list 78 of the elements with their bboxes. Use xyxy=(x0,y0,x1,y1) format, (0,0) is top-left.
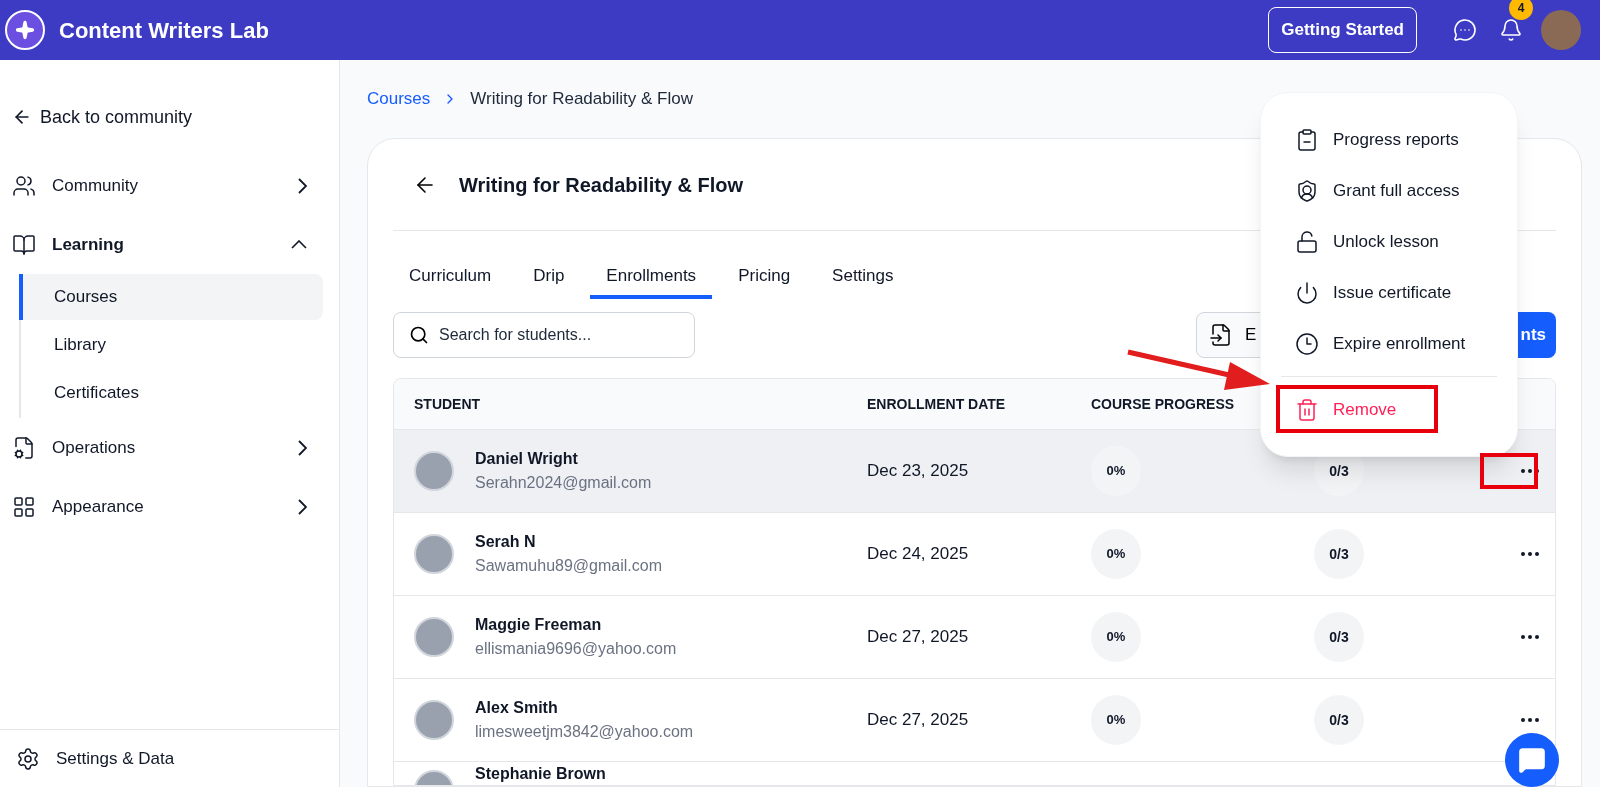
progress-badge: 0% xyxy=(1091,529,1141,579)
nav-item[interactable]: Appearance xyxy=(8,477,331,536)
chevron-right-icon xyxy=(298,439,307,456)
avatar xyxy=(414,700,454,740)
progress-badge: 0% xyxy=(1091,695,1141,745)
breadcrumb-current: Writing for Readability & Flow xyxy=(470,88,693,111)
menu-item[interactable]: Unlock lesson xyxy=(1281,216,1497,267)
progress-badge: 0% xyxy=(1091,612,1141,662)
progress-badge: 0% xyxy=(1091,446,1141,496)
nav-item[interactable]: Community xyxy=(8,156,331,215)
search-icon xyxy=(409,325,429,345)
breadcrumb-link[interactable]: Courses xyxy=(367,86,431,112)
back-to-community-link[interactable]: Back to community xyxy=(8,104,197,130)
more-icon xyxy=(1521,718,1539,722)
logo-icon xyxy=(5,10,45,50)
highlight-frame xyxy=(1480,453,1538,489)
getting-started-button[interactable]: Getting Started xyxy=(1268,7,1417,53)
enrollment-date: Dec 23, 2025 xyxy=(866,460,970,483)
file-import-icon xyxy=(1209,323,1233,347)
tab[interactable]: Enrollments xyxy=(590,257,713,299)
settings-and-data-link[interactable]: Settings & Data xyxy=(16,745,175,772)
enrollment-date: Dec 27, 2025 xyxy=(866,626,970,649)
settings-icon xyxy=(16,746,40,771)
menu-item[interactable]: Progress reports xyxy=(1281,114,1497,165)
table-row[interactable]: Daniel Wright Serahn2024@gmail.com Dec 23, 2025 0% 0/3 xyxy=(394,429,1555,512)
shield-user-icon xyxy=(1295,178,1319,203)
book-icon xyxy=(12,232,36,257)
notification-bell-icon[interactable] xyxy=(1499,18,1523,42)
course-title: Writing for Readability & Flow xyxy=(459,172,744,198)
nav-subitem[interactable]: Certificates xyxy=(19,370,323,416)
nav-item[interactable]: Operations xyxy=(8,418,331,477)
tab[interactable]: Settings xyxy=(816,257,910,299)
chat-bubble-icon xyxy=(1518,746,1546,774)
chevron-right-icon xyxy=(298,177,307,194)
notification-badge: 4 xyxy=(1509,0,1533,20)
chevron-up-icon xyxy=(291,240,307,249)
student-email: ellismania9696@yahoo.com xyxy=(475,639,677,659)
column-header: COURSE PROGRESS xyxy=(1090,394,1236,414)
people-icon xyxy=(12,173,36,198)
menu-item[interactable]: Grant full access xyxy=(1281,165,1497,216)
lessons-badge: 0/3 xyxy=(1314,612,1364,662)
student-email: Serahn2024@gmail.com xyxy=(475,473,652,493)
avatar xyxy=(414,451,454,491)
more-icon xyxy=(1521,469,1539,473)
power-icon xyxy=(1295,280,1319,305)
avatar xyxy=(414,617,454,657)
lessons-badge: 0/3 xyxy=(1314,695,1364,745)
tab[interactable]: Curriculum xyxy=(393,257,508,299)
clipboard-icon xyxy=(1295,127,1319,152)
lessons-badge: 0/3 xyxy=(1314,529,1364,579)
enrollment-date: Dec 24, 2025 xyxy=(866,543,970,566)
column-header: STUDENT xyxy=(413,394,482,414)
document-gear-icon xyxy=(12,435,36,460)
student-name: Stephanie Brown xyxy=(475,764,606,784)
chat-icon[interactable] xyxy=(1453,18,1477,42)
nav-subitem[interactable]: Courses xyxy=(19,274,323,320)
chevron-right-icon xyxy=(298,498,307,515)
clock-icon xyxy=(1295,331,1319,356)
search-field[interactable]: Search for students... xyxy=(393,312,695,358)
student-name: Alex Smith xyxy=(475,698,559,718)
column-header: ENROLLMENT DATE xyxy=(866,394,1007,414)
more-icon xyxy=(1521,635,1539,639)
more-icon xyxy=(1521,552,1539,556)
nav-item[interactable]: Learning xyxy=(8,215,331,274)
avatar xyxy=(414,534,454,574)
student-email: Sawamuhu89@gmail.com xyxy=(475,556,662,576)
student-name: Daniel Wright xyxy=(475,449,579,469)
trash-icon xyxy=(1295,397,1319,422)
app-title: Content Writers Lab xyxy=(59,16,269,45)
tab[interactable]: Drip xyxy=(517,257,581,299)
student-email: limesweetjm3842@yahoo.com xyxy=(475,722,694,742)
tab[interactable]: Pricing xyxy=(722,257,807,299)
enrollment-date: Dec 27, 2025 xyxy=(866,709,970,732)
nav-subitem[interactable]: Library xyxy=(19,322,323,368)
blocks-icon xyxy=(12,494,36,519)
student-name: Serah N xyxy=(475,532,537,552)
student-name: Maggie Freeman xyxy=(475,615,603,635)
unlock-icon xyxy=(1295,229,1319,254)
